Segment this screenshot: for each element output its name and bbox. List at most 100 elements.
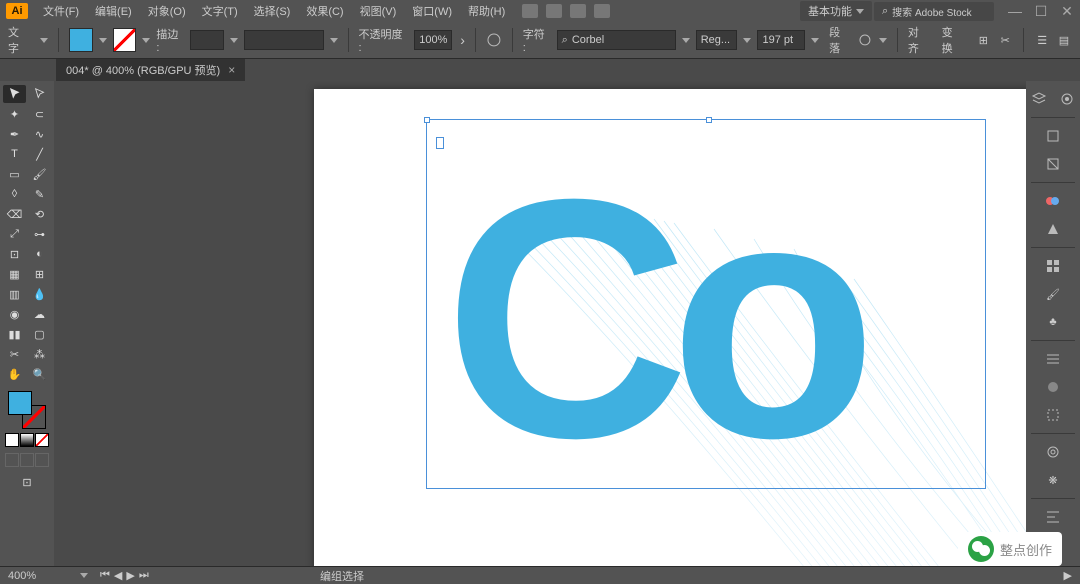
graphic-styles-panel-icon[interactable]: ❋ [1041, 468, 1065, 492]
asset-export-panel-icon[interactable] [1041, 152, 1065, 176]
none-mode-icon[interactable] [35, 433, 49, 447]
symbols-panel-icon[interactable]: ♣ [1041, 310, 1065, 334]
type-tool[interactable]: T [3, 145, 26, 163]
gpu-icon[interactable] [594, 4, 610, 18]
slice-tool[interactable]: ✂ [3, 345, 26, 363]
minimize-button[interactable]: — [1008, 4, 1022, 18]
draw-inside-icon[interactable] [35, 453, 49, 467]
stroke-profile[interactable] [244, 30, 323, 50]
recolor-icon[interactable] [486, 32, 502, 48]
gradient-panel-icon[interactable] [1041, 375, 1065, 399]
eyedropper2-tool[interactable]: ⁂ [28, 345, 51, 363]
paragraph-label[interactable]: 段落 [829, 24, 851, 56]
chevron-down-icon[interactable] [743, 38, 751, 43]
menu-object[interactable]: 对象(O) [141, 0, 193, 22]
chevron-down-icon[interactable] [811, 38, 819, 43]
close-tab-button[interactable]: × [228, 63, 235, 77]
align-panel-icon[interactable] [1041, 505, 1065, 529]
stroke-width-input[interactable] [190, 30, 224, 50]
font-size-input[interactable]: 197 pt [757, 30, 805, 50]
swatches-panel-icon[interactable] [1041, 254, 1065, 278]
maximize-button[interactable]: ☐ [1034, 4, 1048, 18]
font-family-input[interactable]: ⌕ Corbel [557, 30, 676, 50]
menu-select[interactable]: 选择(S) [247, 0, 298, 22]
zoom-tool[interactable]: 🔍 [28, 365, 51, 383]
align-label[interactable]: 对齐 [908, 24, 930, 56]
workspace-switcher[interactable]: 基本功能 [800, 1, 872, 21]
direct-selection-tool[interactable] [28, 85, 51, 103]
rotate-tool[interactable]: ⟲ [28, 205, 51, 223]
chevron-down-icon[interactable] [879, 38, 887, 43]
prev-artboard-button[interactable]: ◀ [114, 569, 122, 582]
artboard-tool[interactable]: ▢ [28, 325, 51, 343]
stock-icon[interactable] [546, 4, 562, 18]
eraser-tool[interactable]: ⌫ [3, 205, 26, 223]
scale-tool[interactable]: ⤢ [3, 225, 26, 243]
menu-view[interactable]: 视图(V) [353, 0, 404, 22]
color-mode-icon[interactable] [5, 433, 19, 447]
zoom-selector[interactable]: 400% [8, 570, 88, 582]
canvas[interactable]: Co [54, 81, 1026, 566]
mesh-tool[interactable]: ⊞ [28, 265, 51, 283]
panel-menu-icon[interactable]: ▤ [1056, 32, 1072, 48]
first-artboard-button[interactable]: ⏮ [100, 569, 110, 582]
color-panel-icon[interactable] [1041, 189, 1065, 213]
graph-tool[interactable]: ▮▮ [3, 325, 26, 343]
close-window-button[interactable]: ✕ [1060, 4, 1074, 18]
chevron-down-icon[interactable] [330, 38, 338, 43]
screen-mode-button[interactable]: ⊡ [16, 473, 39, 491]
chevron-down-icon[interactable] [230, 38, 238, 43]
fill-color[interactable] [8, 391, 32, 415]
pencil-tool[interactable]: ✎ [28, 185, 51, 203]
symbol-tool[interactable]: ☁ [28, 305, 51, 323]
layers-panel-icon[interactable] [1027, 87, 1051, 111]
brushes-panel-icon[interactable]: 🖌 [1041, 282, 1065, 306]
opacity-more-icon[interactable]: › [460, 32, 465, 48]
gradient-tool[interactable]: ▥ [3, 285, 26, 303]
font-style-input[interactable]: Reg... [696, 30, 738, 50]
opacity-input[interactable]: 100% [414, 30, 452, 50]
crop-icon[interactable]: ✂ [997, 32, 1013, 48]
gradient-mode-icon[interactable] [20, 433, 34, 447]
brush-tool[interactable]: 🖌 [28, 165, 51, 183]
libraries-panel-icon[interactable] [1055, 87, 1079, 111]
menu-effect[interactable]: 效果(C) [299, 0, 350, 22]
chevron-down-icon[interactable] [40, 38, 48, 43]
magic-wand-tool[interactable]: ✦ [3, 105, 26, 123]
chevron-down-icon[interactable] [142, 38, 150, 43]
shape-builder-tool[interactable]: ◐ [28, 245, 51, 263]
chevron-down-icon[interactable] [99, 38, 107, 43]
stroke-swatch[interactable] [113, 28, 137, 52]
chevron-down-icon[interactable] [682, 38, 690, 43]
draw-behind-icon[interactable] [20, 453, 34, 467]
draw-normal-icon[interactable] [5, 453, 19, 467]
paragraph-menu-icon[interactable] [857, 32, 873, 48]
blend-tool[interactable]: ◉ [3, 305, 26, 323]
next-artboard-button[interactable]: ▶ [126, 569, 134, 582]
fill-stroke-selector[interactable] [8, 391, 46, 429]
shaper-tool[interactable]: ◊ [3, 185, 26, 203]
fill-swatch[interactable] [69, 28, 93, 52]
lasso-tool[interactable]: ⊂ [28, 105, 51, 123]
rectangle-tool[interactable]: ▭ [3, 165, 26, 183]
document-tab[interactable]: 004* @ 400% (RGB/GPU 预览) × [56, 59, 245, 81]
menu-edit[interactable]: 编辑(E) [88, 0, 139, 22]
arrange-icon[interactable] [570, 4, 586, 18]
hand-tool[interactable]: ✋ [3, 365, 26, 383]
search-stock-input[interactable]: ⌕ 搜索 Adobe Stock [874, 2, 994, 21]
transform-label[interactable]: 变换 [942, 24, 964, 56]
menu-window[interactable]: 窗口(W) [405, 0, 459, 22]
width-tool[interactable]: ⊶ [28, 225, 51, 243]
isolate-icon[interactable]: ⊞ [975, 32, 991, 48]
menu-help[interactable]: 帮助(H) [461, 0, 512, 22]
free-transform-tool[interactable]: ⊡ [3, 245, 26, 263]
stroke-panel-icon[interactable] [1041, 347, 1065, 371]
perspective-tool[interactable]: ▦ [3, 265, 26, 283]
preferences-icon[interactable]: ☰ [1034, 32, 1050, 48]
handle-tl[interactable] [424, 117, 430, 123]
line-tool[interactable]: ╱ [28, 145, 51, 163]
artboards-panel-icon[interactable] [1041, 124, 1065, 148]
color-guide-panel-icon[interactable] [1041, 217, 1065, 241]
menu-file[interactable]: 文件(F) [36, 0, 86, 22]
appearance-panel-icon[interactable] [1041, 440, 1065, 464]
